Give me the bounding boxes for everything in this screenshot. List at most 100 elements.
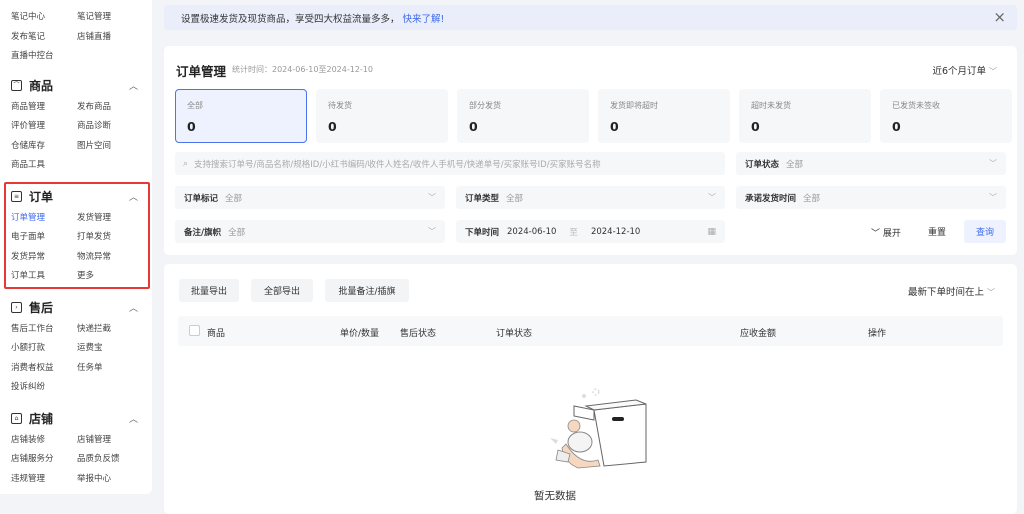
banner-learn-more-link[interactable]: 快来了解! (403, 11, 445, 25)
filter-label: 订单标记 (184, 193, 219, 204)
chevron-up-icon[interactable]: ︿ (129, 301, 138, 314)
sidebar-link[interactable]: 订单工具 (11, 267, 77, 287)
status-tab-pending[interactable]: 待发货 0 (316, 89, 448, 143)
filter-value: 全部 (225, 193, 243, 204)
banner-text: 设置极速发货及现货商品，享受四大权益流量多多， (181, 13, 400, 25)
range-select[interactable]: 近6个月订单 ﹀ (932, 63, 997, 77)
sidebar-link[interactable]: 更多 (77, 267, 149, 287)
order-date-range[interactable]: 下单时间 2024-06-10 至 2024-12-10 ▦ (456, 220, 725, 243)
chevron-down-icon: ﹀ (989, 67, 997, 76)
sidebar-link[interactable]: 笔记中心 (11, 8, 77, 28)
status-tab-label: 待发货 (328, 101, 352, 110)
filter-value: 全部 (506, 193, 524, 204)
sidebar-link[interactable]: 评价管理 (11, 117, 77, 137)
chevron-down-icon: ﹀ (428, 227, 436, 236)
sidebar-link[interactable]: 任务单 (77, 359, 149, 379)
sidebar-top-links: 笔记中心 笔记管理 发布笔记 店铺直播 直播中控台 (0, 0, 152, 67)
column-header: 订单状态 (496, 329, 533, 339)
order-icon: ≡ (11, 191, 22, 202)
filter-label: 承诺发货时间 (745, 193, 797, 204)
search-input[interactable]: ⌕ 支持搜索订单号/商品名称/规格ID/小红书编码/收件人姓名/收件人手机号/快… (175, 152, 725, 175)
status-tab-count: 0 (892, 119, 901, 134)
sidebar-link[interactable]: 消费者权益 (11, 359, 77, 379)
filter-remark-flag[interactable]: 备注/旗帜 全部 ﹀ (175, 220, 445, 243)
sidebar-section-order[interactable]: ≡ 订单 ︿ (0, 185, 152, 209)
sidebar-link[interactable]: 笔记管理 (77, 8, 149, 28)
batch-export-button[interactable]: 批量导出 (179, 279, 239, 302)
order-management-panel: 订单管理 统计时间：2024-06-10至2024-12-10 近6个月订单 ﹀ … (164, 46, 1017, 255)
query-button[interactable]: 查询 (964, 220, 1006, 243)
sidebar-section-goods[interactable]: ⌒ 商品 ︿ (0, 74, 152, 98)
sidebar-link[interactable]: 物流异常 (77, 248, 149, 268)
sidebar-link[interactable]: 发布笔记 (11, 28, 77, 48)
status-tab-count: 0 (328, 119, 337, 134)
reset-button[interactable]: 重置 (918, 220, 956, 243)
sort-select[interactable]: 最新下单时间在上 ﹀ (908, 284, 995, 298)
sidebar-link[interactable]: 电子面单 (11, 228, 77, 248)
filter-value: 全部 (786, 159, 804, 170)
close-icon[interactable]: × (993, 8, 1006, 26)
sidebar-section-aftersale[interactable]: › 售后 ︿ (0, 296, 152, 320)
sidebar-section-title: 售后 (29, 301, 54, 315)
chevron-down-icon: ﹀ (989, 193, 997, 202)
sidebar-link[interactable]: 运费宝 (77, 339, 149, 359)
status-tab-unsigned[interactable]: 已发货未签收 0 (880, 89, 1012, 143)
sidebar-link[interactable]: 发布商品 (77, 98, 149, 118)
sidebar-link[interactable]: 违规管理 (11, 470, 77, 490)
sidebar-link-active[interactable]: 订单管理 (11, 209, 77, 229)
sidebar-link[interactable]: 售后工作台 (11, 320, 77, 340)
sidebar-link[interactable]: 店铺服务分 (11, 450, 77, 470)
sidebar-link[interactable]: 商品管理 (11, 98, 77, 118)
chevron-up-icon[interactable]: ︿ (129, 412, 138, 425)
sidebar-link[interactable]: 店铺装修 (11, 431, 77, 451)
status-tab-label: 发货即将超时 (610, 101, 658, 110)
table-header: 商品 单价/数量 售后状态 订单状态 应收金额 操作 (178, 316, 1003, 346)
filter-promise-ship-time[interactable]: 承诺发货时间 全部 ﹀ (736, 186, 1006, 209)
sidebar-link[interactable]: 店铺直播 (77, 28, 149, 48)
status-tabs: 全部 0 待发货 0 部分发货 0 发货即将超时 0 超时未发货 0 已发货未签… (175, 89, 1012, 143)
sidebar-section-shop[interactable]: ⌂ 店铺 ︿ (0, 407, 152, 431)
sidebar-link[interactable]: 举报中心 (77, 470, 149, 490)
sidebar-link[interactable]: 发货管理 (77, 209, 149, 229)
filter-order-type[interactable]: 订单类型 全部 ﹀ (456, 186, 725, 209)
expand-button[interactable]: ﹀ 展开 (871, 226, 901, 239)
filter-value: 全部 (228, 227, 246, 238)
status-tab-count: 0 (187, 119, 196, 134)
expand-label: 展开 (882, 229, 901, 239)
sidebar-link[interactable]: 发货异常 (11, 248, 77, 268)
sidebar-link[interactable]: 仓储库存 (11, 137, 77, 157)
date-to[interactable]: 2024-12-10 (591, 227, 640, 237)
status-tab-soon-overdue[interactable]: 发货即将超时 0 (598, 89, 730, 143)
sidebar-link[interactable]: 打单发货 (77, 228, 149, 248)
sidebar-link[interactable]: 商品诊断 (77, 117, 149, 137)
filter-label: 备注/旗帜 (184, 227, 222, 238)
filter-order-mark[interactable]: 订单标记 全部 ﹀ (175, 186, 445, 209)
status-tab-all[interactable]: 全部 0 (175, 89, 307, 143)
sidebar: 笔记中心 笔记管理 发布笔记 店铺直播 直播中控台 ⌒ 商品 ︿ 商品管理 发布… (0, 0, 152, 494)
sidebar-link[interactable]: 直播中控台 (11, 47, 77, 67)
status-tab-count: 0 (751, 119, 760, 134)
sidebar-link[interactable]: 店铺管理 (77, 431, 149, 451)
chevron-down-icon: ﹀ (989, 159, 997, 168)
status-tab-label: 已发货未签收 (892, 101, 940, 110)
status-tab-partial[interactable]: 部分发货 0 (457, 89, 589, 143)
goods-icon: ⌒ (11, 80, 22, 91)
select-all-checkbox[interactable] (189, 325, 200, 336)
sidebar-link[interactable]: 图片空间 (77, 137, 149, 157)
empty-state-text: 暂无数据 (534, 490, 576, 502)
sidebar-link[interactable]: 投诉纠纷 (11, 378, 77, 398)
sidebar-link[interactable]: 小额打款 (11, 339, 77, 359)
chevron-up-icon[interactable]: ︿ (129, 190, 138, 203)
range-select-value: 近6个月订单 (932, 66, 986, 77)
filter-order-status[interactable]: 订单状态 全部 ﹀ (736, 152, 1006, 175)
order-list-panel: 批量导出 全部导出 批量备注/插旗 最新下单时间在上 ﹀ 商品 单价/数量 售后状… (164, 264, 1017, 514)
batch-remark-flag-button[interactable]: 批量备注/插旗 (325, 279, 409, 302)
sidebar-link[interactable]: 品质负反馈 (77, 450, 149, 470)
date-from[interactable]: 2024-06-10 (507, 227, 556, 237)
status-tab-overdue[interactable]: 超时未发货 0 (739, 89, 871, 143)
date-separator: 至 (569, 227, 578, 238)
export-all-button[interactable]: 全部导出 (251, 279, 313, 302)
sidebar-link[interactable]: 商品工具 (11, 156, 77, 176)
chevron-up-icon[interactable]: ︿ (129, 79, 138, 92)
sidebar-link[interactable]: 快递拦截 (77, 320, 149, 340)
